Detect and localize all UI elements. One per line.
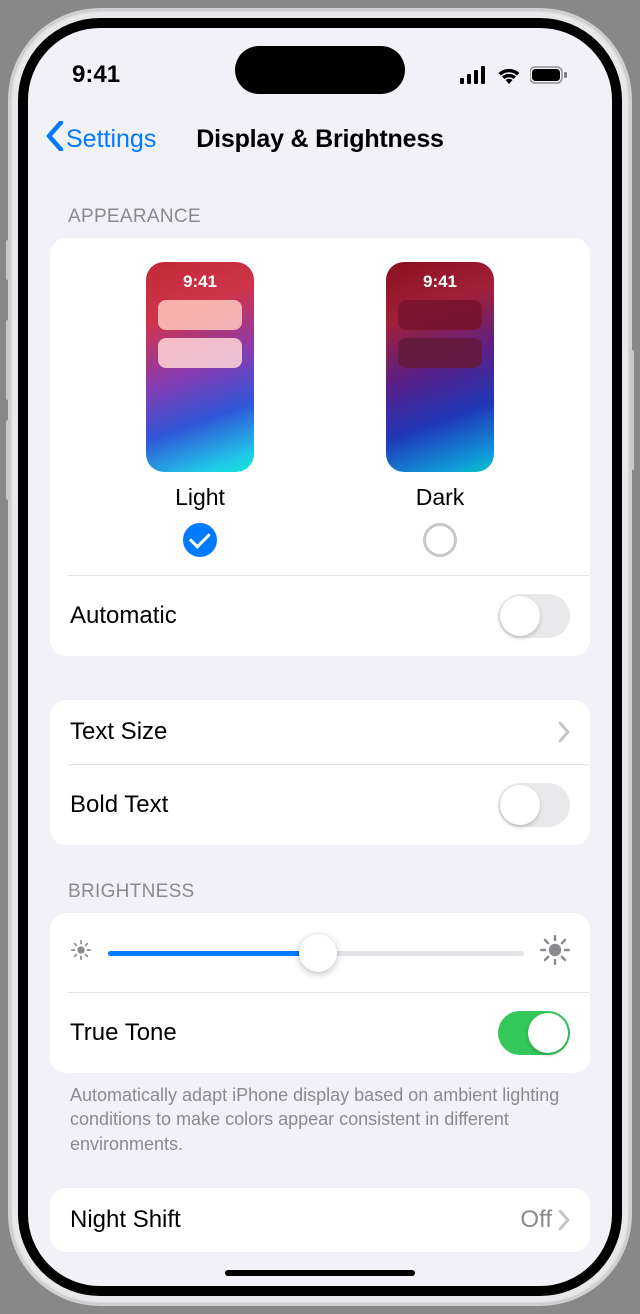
true-tone-label: True Tone [70,1019,177,1047]
automatic-label: Automatic [70,602,177,630]
toggle-bold-text[interactable] [498,783,570,827]
brightness-slider-row [50,913,590,992]
toggle-true-tone[interactable] [498,1011,570,1055]
page-title: Display & Brightness [196,125,443,154]
text-card: Text Size Bold Text [50,700,590,845]
chevron-right-icon [558,1210,570,1230]
row-automatic: Automatic [50,576,590,656]
appearance-card: 9:41 Light 9:41 Dark [50,238,590,656]
section-header-brightness: BRIGHTNESS [50,845,590,913]
back-button[interactable]: Settings [46,121,156,158]
nav-bar: Settings Display & Brightness [28,108,612,170]
dynamic-island [235,46,405,94]
sun-large-icon [540,935,570,970]
screen: 9:41 Settings Display & Brightn [18,18,622,1296]
bold-text-label: Bold Text [70,791,168,819]
wifi-icon [496,66,522,84]
slider-thumb[interactable] [299,934,337,972]
night-shift-label: Night Shift [70,1206,181,1234]
night-shift-card: Night Shift Off [50,1188,590,1252]
radio-dark[interactable] [423,523,457,557]
chevron-left-icon [46,121,64,158]
brightness-card: True Tone [50,913,590,1073]
appearance-label-dark: Dark [416,484,465,511]
preview-light: 9:41 [146,262,254,472]
appearance-label-light: Light [175,484,225,511]
row-true-tone: True Tone [50,993,590,1073]
cellular-icon [460,66,488,84]
row-text-size[interactable]: Text Size [50,700,590,764]
radio-light[interactable] [183,523,217,557]
brightness-slider[interactable] [108,938,524,968]
battery-icon [530,66,568,84]
true-tone-footnote: Automatically adapt iPhone display based… [50,1073,590,1156]
device-frame: 9:41 Settings Display & Brightn [10,10,630,1304]
night-shift-value: Off [520,1206,552,1234]
toggle-automatic[interactable] [498,594,570,638]
sun-small-icon [70,939,92,966]
back-label: Settings [66,125,156,154]
text-size-label: Text Size [70,718,167,746]
appearance-option-light[interactable]: 9:41 Light [146,262,254,557]
row-night-shift[interactable]: Night Shift Off [50,1188,590,1252]
section-header-appearance: APPEARANCE [50,170,590,238]
chevron-right-icon [558,722,570,742]
row-bold-text: Bold Text [50,765,590,845]
status-time: 9:41 [72,61,120,89]
preview-dark: 9:41 [386,262,494,472]
appearance-option-dark[interactable]: 9:41 Dark [386,262,494,557]
home-indicator[interactable] [225,1270,415,1276]
